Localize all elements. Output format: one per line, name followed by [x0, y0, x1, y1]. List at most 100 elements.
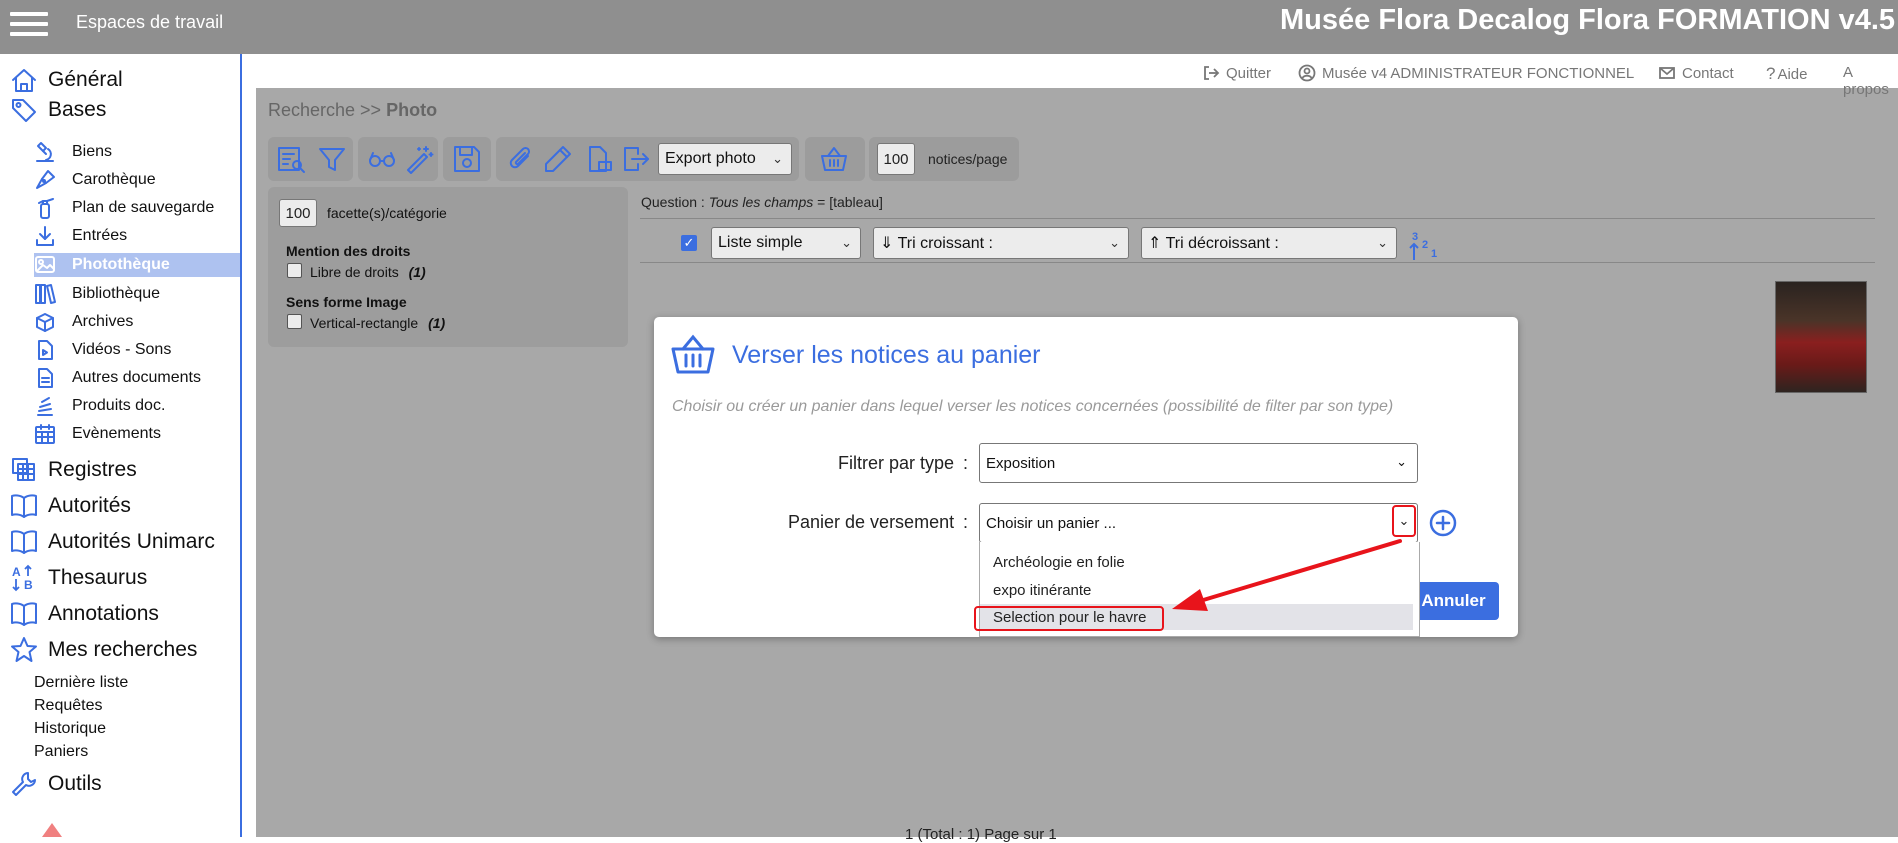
contact-link[interactable]: Contact: [1658, 64, 1734, 82]
basket-icon: [671, 334, 715, 374]
sidebar-item-general[interactable]: Général: [10, 65, 123, 95]
about-link[interactable]: A propos: [1843, 64, 1898, 98]
add-basket-icon[interactable]: [1428, 508, 1458, 538]
scroll-up-arrow-icon[interactable]: [42, 823, 62, 837]
facet-checkbox[interactable]: [287, 263, 302, 278]
filter-type-select[interactable]: Exposition ⌄: [979, 443, 1418, 483]
book-icon: [11, 494, 37, 518]
sidebar-item-outils[interactable]: Outils: [10, 769, 102, 799]
user-label: Musée v4 ADMINISTRATEUR FONCTIONNEL: [1322, 64, 1635, 82]
basket-select-toggle[interactable]: ⌄: [1392, 505, 1416, 537]
search-link-derniere-liste[interactable]: Dernière liste: [34, 674, 128, 692]
sort-numeric-icon[interactable]: 3 2 1: [1408, 228, 1440, 262]
search-link-historique[interactable]: Historique: [34, 720, 106, 738]
hamburger-menu-icon[interactable]: [10, 8, 48, 42]
glasses-icon: [369, 152, 395, 167]
sidebar-item-thesaurus[interactable]: AB Thesaurus: [10, 563, 147, 593]
stack-icon: [37, 397, 53, 416]
per-page-input[interactable]: 100: [877, 143, 915, 175]
sidebar-subitem-videos-sons[interactable]: Vidéos - Sons: [34, 338, 240, 362]
sidebar-subitem-carotheque[interactable]: Carothèque: [34, 168, 240, 192]
search-link-requetes[interactable]: Requêtes: [34, 697, 103, 715]
sidebar-item-registres[interactable]: Registres: [10, 455, 137, 485]
filter-type-value: Exposition: [986, 454, 1056, 472]
view-mode-select[interactable]: Liste simple ⌄: [711, 227, 861, 259]
annotation-arrow-icon: [1172, 539, 1402, 611]
svg-text:A: A: [12, 565, 21, 579]
sidebar-subitem-biens[interactable]: Biens: [34, 140, 240, 164]
workspaces-link[interactable]: Espaces de travail: [76, 12, 223, 33]
user-circle-icon: [1298, 64, 1316, 82]
photo-thumbnail[interactable]: [1775, 281, 1867, 393]
facet-group-title: Mention des droits: [286, 243, 411, 259]
basket-button[interactable]: [819, 144, 849, 174]
pencil-icon: [545, 146, 571, 172]
list-search-icon: [278, 147, 305, 173]
edit-button[interactable]: [543, 144, 573, 174]
chevron-down-icon: ⌄: [841, 235, 852, 250]
sidebar-subitem-phototheque[interactable]: Photothèque: [34, 253, 240, 277]
save-button[interactable]: [452, 144, 482, 174]
sidebar-item-label: Annotations: [48, 602, 159, 625]
sidebar-subitem-archives[interactable]: Archives: [34, 310, 240, 334]
wrench-icon: [12, 772, 36, 796]
video-file-icon: [38, 340, 53, 360]
sidebar-item-mes-recherches[interactable]: Mes recherches: [10, 635, 197, 665]
sidebar-subitem-bibliotheque[interactable]: Bibliothèque: [34, 282, 240, 306]
cancel-button[interactable]: Annuler: [1408, 582, 1499, 620]
sidebar-subitem-plan-de-sauvegarde[interactable]: Plan de sauvegarde: [34, 196, 240, 220]
export-button[interactable]: [621, 144, 651, 174]
sidebar-item-annotations[interactable]: Annotations: [10, 599, 159, 629]
sort-ascending-select[interactable]: ⇓ Tri croissant : ⌄: [873, 227, 1129, 259]
facet-checkbox[interactable]: [287, 314, 302, 329]
facet-group-title: Sens forme Image: [286, 294, 407, 310]
sort-descending-select[interactable]: ⇑ Tri décroissant : ⌄: [1141, 227, 1397, 259]
attach-button[interactable]: [506, 144, 536, 174]
basket-select-label: Panier de versement: [788, 512, 955, 532]
books-icon: [35, 284, 56, 304]
copy-icon: [12, 458, 35, 481]
magic-wand-button[interactable]: [404, 144, 434, 174]
book-icon: [11, 530, 37, 554]
search-list-button[interactable]: [276, 144, 306, 174]
tag-icon: [12, 99, 36, 122]
user-link[interactable]: Musée v4 ADMINISTRATEUR FONCTIONNEL: [1298, 64, 1634, 82]
sidebar-subitem-label: Vidéos - Sons: [72, 341, 172, 358]
sidebar-item-autorites[interactable]: Autorités: [10, 491, 131, 521]
sidebar-subitem-label: Bibliothèque: [72, 285, 161, 302]
image-icon: [35, 256, 55, 273]
breadcrumb-prefix: Recherche >>: [268, 100, 387, 120]
quit-link[interactable]: Quitter: [1202, 64, 1271, 82]
help-link[interactable]: ? Aide: [1766, 64, 1808, 84]
annotation-highlight-box: [974, 606, 1164, 631]
chevron-down-icon: ⌄: [1398, 513, 1410, 528]
filter-icon: [319, 148, 345, 171]
sign-out-icon: [1204, 66, 1220, 80]
help-label: Aide: [1777, 65, 1808, 83]
sidebar-subitem-evenements[interactable]: Evènements: [34, 422, 240, 446]
glasses-button[interactable]: [367, 144, 397, 174]
search-link-paniers[interactable]: Paniers: [34, 743, 88, 761]
sidebar-item-label: Mes recherches: [48, 638, 198, 661]
sidebar-item-label: Thesaurus: [48, 566, 148, 589]
sidebar-subitem-autres-documents[interactable]: Autres documents: [34, 366, 240, 390]
filter-button[interactable]: [317, 144, 347, 174]
sidebar-subitem-entrees[interactable]: Entrées: [34, 224, 240, 248]
export-select[interactable]: Export photo ⌄: [658, 143, 792, 175]
print-document-button[interactable]: [585, 144, 615, 174]
sidebar-item-label: Bases: [48, 98, 107, 121]
sort-ascending-value: ⇓ Tri croissant :: [880, 235, 993, 252]
sidebar-item-autorites-unimarc[interactable]: Autorités Unimarc: [10, 527, 215, 557]
export-select-value: Export photo: [665, 150, 756, 167]
sidebar-item-bases[interactable]: Bases: [10, 95, 106, 125]
app-title: Musée Flora Decalog Flora FORMATION v4.5: [1280, 4, 1896, 36]
sidebar-subitem-produits-doc[interactable]: Produits doc.: [34, 394, 240, 418]
sort-alpha-icon: AB: [12, 564, 33, 592]
facet-count-input[interactable]: 100: [279, 199, 317, 227]
chevron-down-icon: ⌄: [772, 151, 783, 166]
facet-item-label: Libre de droits (1): [310, 264, 426, 280]
select-all-checkbox[interactable]: ✓: [681, 235, 697, 251]
sidebar-item-label: Registres: [48, 458, 137, 481]
sidebar-subitem-label: Photothèque: [72, 256, 170, 273]
export-file-icon: [624, 147, 649, 171]
